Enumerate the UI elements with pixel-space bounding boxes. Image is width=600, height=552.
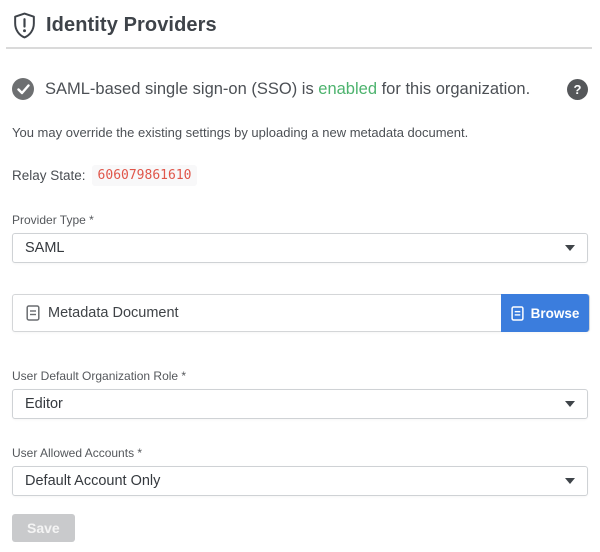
metadata-document-placeholder-wrap: Metadata Document bbox=[13, 305, 179, 321]
sso-status-text: SAML-based single sign-on (SSO) is enabl… bbox=[45, 80, 530, 99]
provider-type-value: SAML bbox=[25, 240, 65, 256]
chevron-down-icon bbox=[565, 401, 575, 407]
chevron-down-icon bbox=[565, 245, 575, 251]
allowed-accounts-select[interactable]: Default Account Only bbox=[12, 466, 588, 496]
provider-type-label: Provider Type * bbox=[12, 213, 588, 227]
check-circle-icon bbox=[12, 78, 34, 100]
relay-state-label: Relay State: bbox=[12, 168, 86, 183]
override-description: You may override the existing settings b… bbox=[12, 125, 588, 140]
chevron-down-icon bbox=[565, 478, 575, 484]
metadata-document-placeholder: Metadata Document bbox=[48, 305, 179, 321]
sso-status-row: SAML-based single sign-on (SSO) is enabl… bbox=[12, 78, 588, 100]
document-icon bbox=[511, 306, 524, 321]
shield-exclamation-icon bbox=[12, 12, 37, 39]
default-org-role-value: Editor bbox=[25, 396, 63, 412]
default-org-role-select[interactable]: Editor bbox=[12, 389, 588, 419]
allowed-accounts-value: Default Account Only bbox=[25, 473, 160, 489]
document-icon bbox=[26, 305, 40, 321]
relay-state-row: Relay State: 606079861610 bbox=[12, 165, 588, 186]
allowed-accounts-label: User Allowed Accounts * bbox=[12, 446, 588, 460]
page-header: Identity Providers bbox=[12, 10, 588, 39]
browse-button-label: Browse bbox=[531, 306, 580, 321]
save-button[interactable]: Save bbox=[12, 514, 75, 542]
help-icon[interactable]: ? bbox=[567, 79, 588, 100]
status-text-before: SAML-based single sign-on (SSO) is bbox=[45, 80, 318, 98]
status-text-after: for this organization. bbox=[377, 80, 530, 98]
header-divider bbox=[6, 47, 592, 49]
metadata-document-file-input[interactable]: Metadata Document Browse bbox=[12, 294, 590, 332]
page-title: Identity Providers bbox=[46, 14, 217, 37]
relay-state-value: 606079861610 bbox=[92, 165, 198, 186]
identity-providers-page: Identity Providers SAML-based single sig… bbox=[0, 0, 600, 542]
provider-type-select[interactable]: SAML bbox=[12, 233, 588, 263]
browse-button[interactable]: Browse bbox=[501, 294, 589, 332]
default-org-role-label: User Default Organization Role * bbox=[12, 369, 588, 383]
status-enabled-highlight: enabled bbox=[318, 80, 377, 98]
